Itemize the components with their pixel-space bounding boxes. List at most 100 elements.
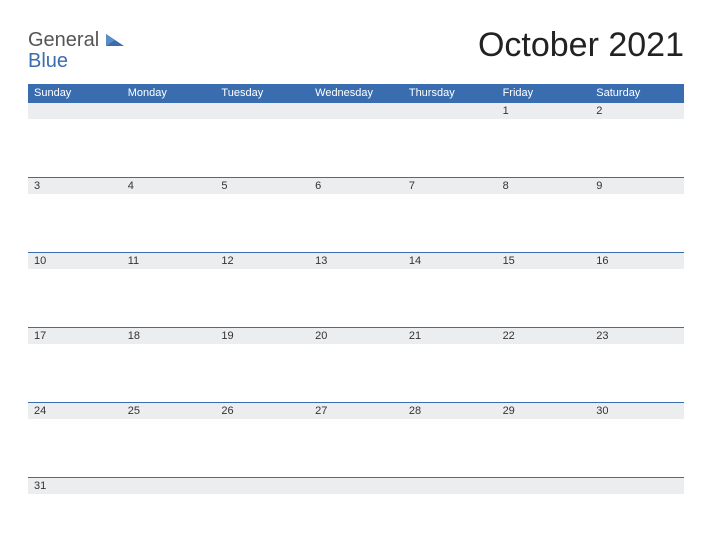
day-number: 20 [309,328,403,344]
day-cell [309,478,403,552]
day-cell: 1 [497,103,591,177]
day-cell: 2 [590,103,684,177]
day-number: 28 [403,403,497,419]
day-cell: 30 [590,403,684,477]
day-cell: 20 [309,328,403,402]
day-cell: 21 [403,328,497,402]
dow-sunday: Sunday [28,84,122,102]
day-number: 24 [28,403,122,419]
logo-text-blue: Blue [28,50,68,72]
day-number: 26 [215,403,309,419]
week-row: 10 11 12 13 14 15 16 [28,252,684,327]
day-number: 31 [28,478,122,494]
day-number [28,103,122,119]
dow-friday: Friday [497,84,591,102]
day-number: 22 [497,328,591,344]
day-number: 18 [122,328,216,344]
day-number: 9 [590,178,684,194]
day-cell: 22 [497,328,591,402]
page-title: October 2021 [478,20,684,65]
week-row: 31 [28,477,684,552]
calendar: Sunday Monday Tuesday Wednesday Thursday… [28,84,684,552]
day-number: 16 [590,253,684,269]
day-cell: 24 [28,403,122,477]
day-cell: 26 [215,403,309,477]
week-row: 3 4 5 6 7 8 9 [28,177,684,252]
day-cell: 15 [497,253,591,327]
dow-saturday: Saturday [590,84,684,102]
day-cell: 7 [403,178,497,252]
day-number: 8 [497,178,591,194]
week-row: 1 2 [28,102,684,177]
day-number: 23 [590,328,684,344]
day-number [215,478,309,494]
dow-thursday: Thursday [403,84,497,102]
day-number [403,478,497,494]
day-number: 11 [122,253,216,269]
day-number: 6 [309,178,403,194]
days-of-week-header: Sunday Monday Tuesday Wednesday Thursday… [28,84,684,102]
week-row: 17 18 19 20 21 22 23 [28,327,684,402]
week-row: 24 25 26 27 28 29 30 [28,402,684,477]
day-number: 14 [403,253,497,269]
day-number: 5 [215,178,309,194]
logo-text-general: General [28,29,99,51]
day-cell [122,478,216,552]
day-number: 1 [497,103,591,119]
day-cell: 27 [309,403,403,477]
day-cell [403,478,497,552]
logo: General Blue [28,20,124,72]
day-number: 17 [28,328,122,344]
day-cell: 18 [122,328,216,402]
day-cell: 25 [122,403,216,477]
day-number: 3 [28,178,122,194]
day-number: 15 [497,253,591,269]
day-number: 29 [497,403,591,419]
dow-tuesday: Tuesday [215,84,309,102]
day-cell [590,478,684,552]
day-number [403,103,497,119]
day-cell: 5 [215,178,309,252]
day-cell: 8 [497,178,591,252]
day-number [122,478,216,494]
day-cell [122,103,216,177]
day-cell: 17 [28,328,122,402]
day-cell: 29 [497,403,591,477]
day-number: 27 [309,403,403,419]
day-number [309,103,403,119]
day-cell: 19 [215,328,309,402]
day-cell [215,103,309,177]
day-cell: 14 [403,253,497,327]
dow-monday: Monday [122,84,216,102]
day-cell: 10 [28,253,122,327]
day-number [122,103,216,119]
logo-text: General Blue [28,30,124,72]
header: General Blue October 2021 [28,20,684,72]
day-cell: 31 [28,478,122,552]
day-cell: 16 [590,253,684,327]
day-cell: 4 [122,178,216,252]
day-cell [497,478,591,552]
day-cell: 11 [122,253,216,327]
day-number [497,478,591,494]
day-cell [215,478,309,552]
day-number: 7 [403,178,497,194]
day-cell [403,103,497,177]
day-number: 21 [403,328,497,344]
day-number: 13 [309,253,403,269]
logo-triangle-icon [106,34,124,46]
day-number [309,478,403,494]
day-cell [28,103,122,177]
day-cell: 28 [403,403,497,477]
day-number: 19 [215,328,309,344]
day-number: 2 [590,103,684,119]
day-number: 4 [122,178,216,194]
dow-wednesday: Wednesday [309,84,403,102]
day-cell: 23 [590,328,684,402]
day-cell: 6 [309,178,403,252]
day-cell: 3 [28,178,122,252]
day-number [590,478,684,494]
day-number: 25 [122,403,216,419]
day-cell: 13 [309,253,403,327]
day-cell: 12 [215,253,309,327]
